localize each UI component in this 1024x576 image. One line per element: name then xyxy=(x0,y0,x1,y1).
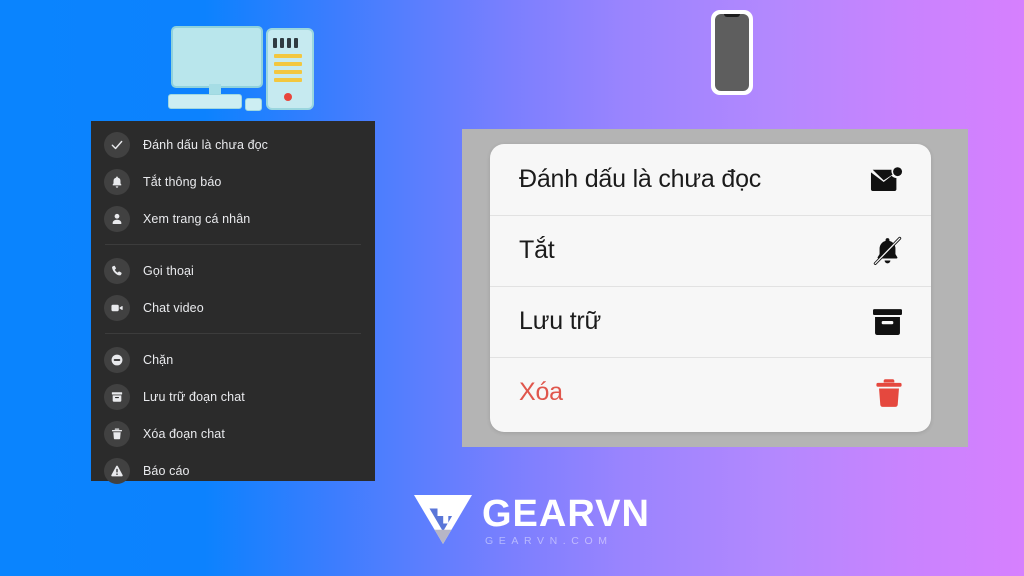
screenshot-canvas: Đánh dấu là chưa đọc Tắt thông báo Xem t… xyxy=(0,0,1024,576)
mobile-phone-icon xyxy=(711,10,753,95)
tower-drive-bay xyxy=(274,62,302,66)
tower-drive-bay xyxy=(274,78,302,82)
phone-notch-shape xyxy=(724,14,740,17)
tower-vent xyxy=(287,38,291,48)
person-icon xyxy=(104,205,130,232)
tower-shape xyxy=(266,28,314,110)
gearvn-wordmark-group: GEARVN GEARVN.COM xyxy=(482,495,650,548)
menu-divider xyxy=(105,244,361,245)
monitor-stand-shape xyxy=(209,84,221,94)
unread-mail-icon xyxy=(870,166,903,194)
mouse-shape xyxy=(245,98,262,111)
tower-drive-bay xyxy=(274,70,302,74)
keyboard-shape xyxy=(168,94,242,109)
ios-row-mark-as-unread[interactable]: Đánh dấu là chưa đọc xyxy=(490,144,931,215)
phone-call-icon xyxy=(104,257,130,284)
archive-icon xyxy=(104,383,130,410)
tower-vent xyxy=(273,38,277,48)
menu-item-voice-call[interactable]: Gọi thoại xyxy=(91,252,375,289)
archive-box-icon xyxy=(872,308,903,336)
block-icon xyxy=(104,346,130,373)
menu-item-label: Tắt thông báo xyxy=(143,174,222,189)
ios-row-label: Tắt xyxy=(519,236,555,264)
ios-row-label: Đánh dấu là chưa đọc xyxy=(519,165,762,193)
menu-item-label: Xem trang cá nhân xyxy=(143,211,251,226)
menu-divider xyxy=(105,333,361,334)
phone-screen-shape xyxy=(715,14,749,91)
menu-item-label: Chặn xyxy=(143,352,174,367)
menu-item-video-chat[interactable]: Chat video xyxy=(91,289,375,326)
tower-vent xyxy=(280,38,284,48)
messenger-desktop-context-menu[interactable]: Đánh dấu là chưa đọc Tắt thông báo Xem t… xyxy=(91,121,375,484)
power-button-light xyxy=(284,93,292,101)
menu-item-block[interactable]: Chặn xyxy=(91,341,375,378)
trash-icon xyxy=(104,420,130,447)
warning-triangle-icon xyxy=(104,457,130,484)
video-camera-icon xyxy=(104,294,130,321)
bell-icon xyxy=(104,168,130,195)
ios-row-label: Xóa xyxy=(519,378,563,406)
menu-item-delete-chat[interactable]: Xóa đoạn chat xyxy=(91,415,375,452)
gearvn-triangle-logo-icon xyxy=(412,492,474,551)
menu-item-mute-notifications[interactable]: Tắt thông báo xyxy=(91,163,375,200)
menu-item-label: Chat video xyxy=(143,300,204,315)
tower-vent xyxy=(294,38,298,48)
bell-slash-icon xyxy=(872,236,903,266)
monitor-shape xyxy=(171,26,263,88)
trash-can-icon xyxy=(875,378,903,408)
menu-item-label: Báo cáo xyxy=(143,463,190,478)
check-icon xyxy=(104,131,130,158)
menu-item-label: Lưu trữ đoạn chat xyxy=(143,389,245,404)
ios-row-label: Lưu trữ xyxy=(519,307,602,335)
messenger-ios-action-sheet[interactable]: Đánh dấu là chưa đọc Tắt Lưu trữ Xóa xyxy=(490,144,931,432)
gearvn-wordmark: GEARVN xyxy=(482,492,650,535)
desktop-computer-icon xyxy=(166,22,314,112)
menu-item-label: Gọi thoại xyxy=(143,263,194,278)
menu-item-label: Đánh dấu là chưa đọc xyxy=(143,137,269,152)
menu-item-label: Xóa đoạn chat xyxy=(143,426,225,441)
menu-item-archive-chat[interactable]: Lưu trữ đoạn chat xyxy=(91,378,375,415)
menu-item-mark-as-unread[interactable]: Đánh dấu là chưa đọc xyxy=(91,126,375,163)
menu-item-view-profile[interactable]: Xem trang cá nhân xyxy=(91,200,375,237)
gearvn-logo: GEARVN GEARVN.COM xyxy=(412,494,650,548)
ios-row-mute[interactable]: Tắt xyxy=(490,215,931,286)
gearvn-subwordmark: GEARVN.COM xyxy=(485,534,613,547)
ios-row-archive[interactable]: Lưu trữ xyxy=(490,286,931,357)
tower-drive-bay xyxy=(274,54,302,58)
menu-item-report[interactable]: Báo cáo xyxy=(91,452,375,489)
ios-row-delete[interactable]: Xóa xyxy=(490,357,931,428)
